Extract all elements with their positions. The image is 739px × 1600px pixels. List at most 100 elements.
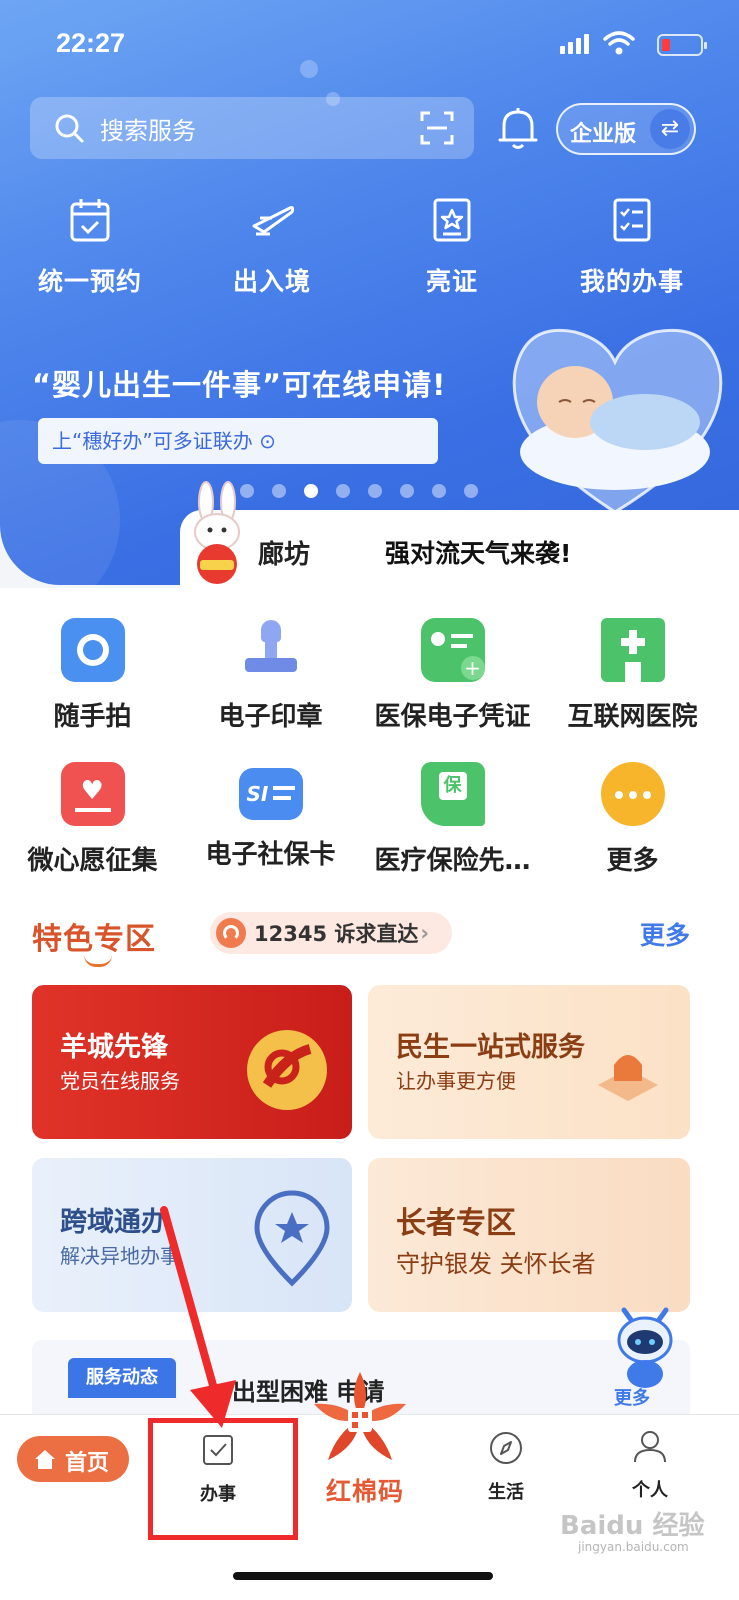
quick-action-label: 统一预约 — [37, 267, 142, 296]
service-label: 更多 — [606, 846, 659, 876]
service-label: 医保电子凭证 — [374, 702, 531, 732]
quick-action-my-affairs[interactable]: 我的办事 — [552, 196, 712, 298]
notification-bell-icon[interactable] — [496, 106, 540, 152]
service-medical-insurance-voucher[interactable]: + 医保电子凭证 — [360, 618, 545, 733]
card-subtitle: 让办事更方便 — [396, 1069, 516, 1093]
hotline-label: 12345 诉求直达 — [254, 922, 419, 946]
page-dot[interactable] — [464, 484, 478, 498]
robot-assistant-icon[interactable] — [610, 1296, 680, 1396]
id-star-icon — [433, 198, 471, 242]
service-medical-insurance-first[interactable]: 保 医疗保险先… — [360, 762, 545, 877]
watermark-url: jingyan.baidu.com — [578, 1540, 689, 1554]
page-dot[interactable] — [400, 484, 414, 498]
search-icon — [55, 114, 84, 143]
quick-action-appointment[interactable]: 统一预约 — [10, 196, 170, 298]
banner-title[interactable]: “婴儿出生一件事”可在线申请! — [32, 362, 446, 404]
chevron-right-icon: › — [420, 921, 430, 945]
highlight-box-annotation — [148, 1418, 298, 1540]
service-micro-wish[interactable]: ♥ 微心愿征集 — [0, 762, 185, 877]
service-label: 微心愿征集 — [27, 846, 158, 876]
card-subtitle: 守护银发 关怀长者 — [396, 1250, 596, 1278]
card-title: 民生一站式服务 — [396, 1032, 585, 1063]
card-title: 羊城先锋 — [60, 1032, 168, 1063]
service-photo-report[interactable]: 随手拍 — [0, 618, 185, 733]
camera-icon — [60, 618, 125, 682]
quick-action-show-id[interactable]: 亮证 — [372, 196, 532, 298]
more-dots-icon — [600, 762, 665, 826]
service-label: 医疗保险先… — [374, 846, 531, 876]
tab-home-label: 首页 — [65, 1451, 110, 1476]
service-label: 随手拍 — [53, 702, 132, 732]
enterprise-switch-button[interactable]: 企业版 ⇄ — [556, 103, 696, 155]
baby-illustration — [512, 328, 723, 514]
tab-personal[interactable]: 个人 — [600, 1428, 700, 1502]
si-card-icon: SI — [238, 768, 303, 820]
news-headline[interactable]: 强对流天气来袭! — [385, 534, 571, 570]
card-pioneer[interactable]: 羊城先锋 党员在线服务 — [32, 985, 352, 1139]
status-time: 22:27 — [56, 28, 126, 58]
tab-life-label: 生活 — [488, 1482, 524, 1503]
quick-action-immigration[interactable]: 出入境 — [192, 196, 352, 298]
compass-icon — [490, 1432, 522, 1464]
search-bar[interactable]: 搜索服务 — [30, 97, 474, 159]
service-e-seal[interactable]: 电子印章 — [178, 618, 363, 733]
search-placeholder: 搜索服务 — [100, 117, 196, 145]
quick-action-label: 亮证 — [425, 267, 478, 296]
isometric-building-icon — [598, 1055, 658, 1101]
card-plus-icon: + — [420, 618, 485, 682]
location-star-icon — [254, 1190, 330, 1287]
page-dot[interactable] — [336, 484, 350, 498]
city-label[interactable]: 廊坊 — [258, 534, 310, 571]
rabbit-mascot-icon — [194, 481, 240, 584]
battery-icon — [657, 34, 707, 56]
page-dot[interactable] — [432, 484, 446, 498]
tab-life[interactable]: 生活 — [456, 1430, 556, 1504]
hotline-12345-button[interactable]: 12345 诉求直达 › — [210, 912, 452, 954]
red-arrow-annotation — [160, 1206, 236, 1428]
insurance-hand-icon: 保 — [420, 762, 485, 826]
service-more[interactable]: 更多 — [540, 762, 725, 877]
user-icon — [634, 1431, 666, 1463]
page-dot[interactable] — [272, 484, 286, 498]
card-title: 长者专区 — [396, 1206, 516, 1241]
calendar-check-icon — [70, 199, 110, 242]
watermark-logo: Baidu 经验 — [560, 1511, 705, 1541]
wifi-icon — [603, 31, 635, 55]
checklist-icon — [613, 198, 651, 242]
card-subtitle: 党员在线服务 — [60, 1069, 180, 1093]
party-emblem-icon — [247, 1030, 327, 1110]
airplane-icon — [252, 206, 294, 236]
service-internet-hospital[interactable]: 互联网医院 — [540, 618, 725, 733]
card-livelihood-service[interactable]: 民生一站式服务 让办事更方便 — [368, 985, 690, 1139]
status-bar: 22:27 — [0, 0, 739, 92]
signal-icon — [560, 34, 589, 54]
home-indicator[interactable] — [233, 1572, 493, 1580]
service-label: 互联网医院 — [567, 702, 698, 732]
featured-zone-title: 特色专区 — [32, 922, 156, 957]
service-label: 电子印章 — [218, 702, 323, 732]
stamp-icon — [239, 618, 303, 682]
quick-action-label: 出入境 — [232, 267, 311, 296]
home-icon — [35, 1450, 55, 1469]
quick-action-label: 我的办事 — [579, 267, 684, 296]
service-social-security-card[interactable]: SI 电子社保卡 — [178, 762, 363, 871]
news-ticker[interactable]: 廊坊 强对流天气来袭! — [180, 510, 739, 588]
hospital-icon — [600, 618, 665, 682]
tab-health-code-label[interactable]: 红棉码 — [326, 1472, 404, 1508]
scan-icon[interactable] — [420, 111, 454, 145]
banner-pagination — [240, 484, 478, 498]
tab-home[interactable]: 首页 — [17, 1436, 129, 1482]
assistant-more-link[interactable]: 更多 — [614, 1384, 650, 1410]
banner-subtitle[interactable]: 上“穗好办”可多证联办 ⊙ — [38, 418, 438, 464]
swap-icon: ⇄ — [650, 109, 690, 149]
card-elderly-zone[interactable]: 长者专区 守护银发 关怀长者 — [368, 1158, 690, 1312]
heart-card-icon: ♥ — [60, 762, 125, 826]
page-dot[interactable] — [368, 484, 382, 498]
tab-personal-label: 个人 — [632, 1480, 668, 1501]
enterprise-label: 企业版 — [570, 122, 637, 147]
page-dot-active[interactable] — [304, 484, 318, 498]
service-label: 电子社保卡 — [205, 840, 336, 870]
kapok-flower-logo[interactable] — [308, 1368, 412, 1468]
featured-more-link[interactable]: 更多 — [640, 916, 690, 952]
headset-icon — [216, 918, 246, 948]
